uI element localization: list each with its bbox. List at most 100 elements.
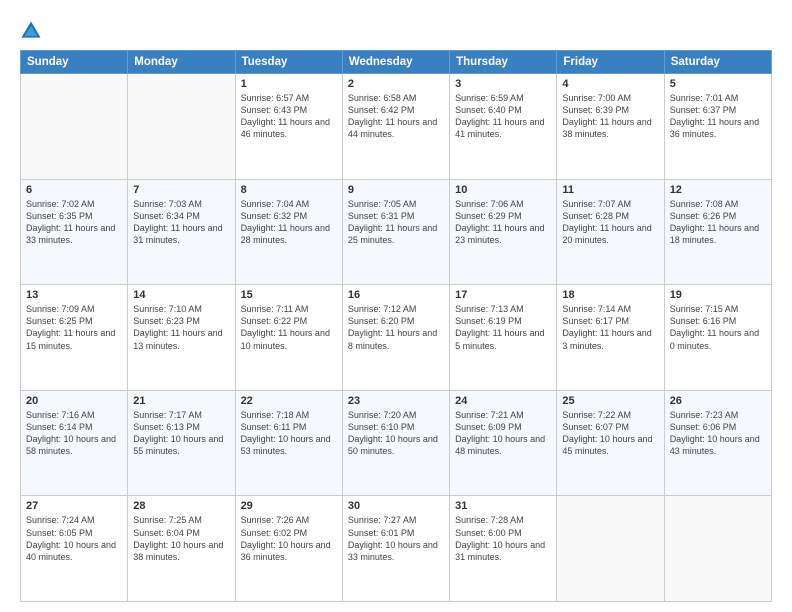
day-number: 4 <box>562 78 658 90</box>
day-content: Sunrise: 7:06 AM Sunset: 6:29 PM Dayligh… <box>455 198 551 247</box>
calendar-cell: 8 Sunrise: 7:04 AM Sunset: 6:32 PM Daylig… <box>235 179 342 285</box>
day-content: Sunrise: 7:26 AM Sunset: 6:02 PM Dayligh… <box>241 514 337 563</box>
day-number: 1 <box>241 78 337 90</box>
calendar-cell: 23 Sunrise: 7:20 AM Sunset: 6:10 PM Dayli… <box>342 390 449 496</box>
day-number: 6 <box>26 184 122 196</box>
day-content: Sunrise: 7:10 AM Sunset: 6:23 PM Dayligh… <box>133 303 229 352</box>
day-number: 14 <box>133 289 229 301</box>
calendar-cell: 29Sunrise: 7:26 AM Sunset: 6:02 PM Dayli… <box>235 496 342 602</box>
day-of-week-header: Tuesday <box>235 51 342 74</box>
day-of-week-header: Friday <box>557 51 664 74</box>
day-content: Sunrise: 7:09 AM Sunset: 6:25 PM Dayligh… <box>26 303 122 352</box>
calendar-cell: 16 Sunrise: 7:12 AM Sunset: 6:20 PM Dayli… <box>342 285 449 391</box>
calendar-header-row: SundayMondayTuesdayWednesdayThursdayFrid… <box>21 51 772 74</box>
day-number: 8 <box>241 184 337 196</box>
day-number: 13 <box>26 289 122 301</box>
day-content: Sunrise: 7:24 AM Sunset: 6:05 PM Dayligh… <box>26 514 122 563</box>
day-number: 23 <box>348 395 444 407</box>
calendar-cell: 28 Sunrise: 7:25 AM Sunset: 6:04 PM Dayli… <box>128 496 235 602</box>
calendar-cell: 9Sunrise: 7:05 AM Sunset: 6:31 PM Daylig… <box>342 179 449 285</box>
day-number: 31 <box>455 500 551 512</box>
day-content: Sunrise: 7:27 AM Sunset: 6:01 PM Dayligh… <box>348 514 444 563</box>
day-content: Sunrise: 7:14 AM Sunset: 6:17 PM Dayligh… <box>562 303 658 352</box>
calendar-cell <box>21 74 128 180</box>
calendar-cell <box>664 496 771 602</box>
calendar-week-row: 6 Sunrise: 7:02 AM Sunset: 6:35 PM Daylig… <box>21 179 772 285</box>
calendar-cell <box>128 74 235 180</box>
day-number: 10 <box>455 184 551 196</box>
day-content: Sunrise: 7:04 AM Sunset: 6:32 PM Dayligh… <box>241 198 337 247</box>
day-of-week-header: Thursday <box>450 51 557 74</box>
calendar-cell: 1 Sunrise: 6:57 AM Sunset: 6:43 PM Daylig… <box>235 74 342 180</box>
calendar-cell: 30Sunrise: 7:27 AM Sunset: 6:01 PM Dayli… <box>342 496 449 602</box>
calendar-cell <box>557 496 664 602</box>
calendar-cell: 10 Sunrise: 7:06 AM Sunset: 6:29 PM Dayli… <box>450 179 557 285</box>
day-number: 27 <box>26 500 122 512</box>
calendar-week-row: 1 Sunrise: 6:57 AM Sunset: 6:43 PM Daylig… <box>21 74 772 180</box>
day-content: Sunrise: 7:18 AM Sunset: 6:11 PM Dayligh… <box>241 409 337 458</box>
day-of-week-header: Wednesday <box>342 51 449 74</box>
day-of-week-header: Monday <box>128 51 235 74</box>
calendar-cell: 26 Sunrise: 7:23 AM Sunset: 6:06 PM Dayli… <box>664 390 771 496</box>
day-number: 26 <box>670 395 766 407</box>
day-number: 20 <box>26 395 122 407</box>
calendar-cell: 4 Sunrise: 7:00 AM Sunset: 6:39 PM Daylig… <box>557 74 664 180</box>
day-content: Sunrise: 7:25 AM Sunset: 6:04 PM Dayligh… <box>133 514 229 563</box>
calendar-week-row: 27 Sunrise: 7:24 AM Sunset: 6:05 PM Dayli… <box>21 496 772 602</box>
day-content: Sunrise: 6:58 AM Sunset: 6:42 PM Dayligh… <box>348 92 444 141</box>
calendar-cell: 20 Sunrise: 7:16 AM Sunset: 6:14 PM Dayli… <box>21 390 128 496</box>
day-content: Sunrise: 6:57 AM Sunset: 6:43 PM Dayligh… <box>241 92 337 141</box>
calendar-cell: 13 Sunrise: 7:09 AM Sunset: 6:25 PM Dayli… <box>21 285 128 391</box>
calendar-week-row: 13 Sunrise: 7:09 AM Sunset: 6:25 PM Dayli… <box>21 285 772 391</box>
day-number: 5 <box>670 78 766 90</box>
day-content: Sunrise: 7:07 AM Sunset: 6:28 PM Dayligh… <box>562 198 658 247</box>
calendar-cell: 2Sunrise: 6:58 AM Sunset: 6:42 PM Daylig… <box>342 74 449 180</box>
day-of-week-header: Saturday <box>664 51 771 74</box>
day-content: Sunrise: 6:59 AM Sunset: 6:40 PM Dayligh… <box>455 92 551 141</box>
calendar-cell: 19 Sunrise: 7:15 AM Sunset: 6:16 PM Dayli… <box>664 285 771 391</box>
day-number: 24 <box>455 395 551 407</box>
day-number: 7 <box>133 184 229 196</box>
calendar-cell: 18 Sunrise: 7:14 AM Sunset: 6:17 PM Dayli… <box>557 285 664 391</box>
calendar-cell: 31 Sunrise: 7:28 AM Sunset: 6:00 PM Dayli… <box>450 496 557 602</box>
day-number: 15 <box>241 289 337 301</box>
day-content: Sunrise: 7:16 AM Sunset: 6:14 PM Dayligh… <box>26 409 122 458</box>
day-number: 11 <box>562 184 658 196</box>
calendar-cell: 22 Sunrise: 7:18 AM Sunset: 6:11 PM Dayli… <box>235 390 342 496</box>
day-content: Sunrise: 7:23 AM Sunset: 6:06 PM Dayligh… <box>670 409 766 458</box>
day-number: 22 <box>241 395 337 407</box>
calendar-week-row: 20 Sunrise: 7:16 AM Sunset: 6:14 PM Dayli… <box>21 390 772 496</box>
day-content: Sunrise: 7:21 AM Sunset: 6:09 PM Dayligh… <box>455 409 551 458</box>
calendar-cell: 14 Sunrise: 7:10 AM Sunset: 6:23 PM Dayli… <box>128 285 235 391</box>
day-content: Sunrise: 7:20 AM Sunset: 6:10 PM Dayligh… <box>348 409 444 458</box>
day-number: 21 <box>133 395 229 407</box>
calendar-cell: 24 Sunrise: 7:21 AM Sunset: 6:09 PM Dayli… <box>450 390 557 496</box>
calendar-cell: 3Sunrise: 6:59 AM Sunset: 6:40 PM Daylig… <box>450 74 557 180</box>
day-number: 12 <box>670 184 766 196</box>
calendar-cell: 12 Sunrise: 7:08 AM Sunset: 6:26 PM Dayli… <box>664 179 771 285</box>
day-number: 28 <box>133 500 229 512</box>
header <box>20 16 772 42</box>
day-content: Sunrise: 7:28 AM Sunset: 6:00 PM Dayligh… <box>455 514 551 563</box>
day-number: 18 <box>562 289 658 301</box>
day-content: Sunrise: 7:02 AM Sunset: 6:35 PM Dayligh… <box>26 198 122 247</box>
day-content: Sunrise: 7:12 AM Sunset: 6:20 PM Dayligh… <box>348 303 444 352</box>
day-content: Sunrise: 7:00 AM Sunset: 6:39 PM Dayligh… <box>562 92 658 141</box>
day-number: 16 <box>348 289 444 301</box>
day-number: 9 <box>348 184 444 196</box>
calendar-cell: 21Sunrise: 7:17 AM Sunset: 6:13 PM Dayli… <box>128 390 235 496</box>
day-number: 17 <box>455 289 551 301</box>
calendar-cell: 25Sunrise: 7:22 AM Sunset: 6:07 PM Dayli… <box>557 390 664 496</box>
logo <box>20 20 46 42</box>
calendar-cell: 15Sunrise: 7:11 AM Sunset: 6:22 PM Dayli… <box>235 285 342 391</box>
calendar-cell: 7 Sunrise: 7:03 AM Sunset: 6:34 PM Daylig… <box>128 179 235 285</box>
day-number: 25 <box>562 395 658 407</box>
day-content: Sunrise: 7:13 AM Sunset: 6:19 PM Dayligh… <box>455 303 551 352</box>
calendar-table: SundayMondayTuesdayWednesdayThursdayFrid… <box>20 50 772 602</box>
day-content: Sunrise: 7:15 AM Sunset: 6:16 PM Dayligh… <box>670 303 766 352</box>
day-content: Sunrise: 7:03 AM Sunset: 6:34 PM Dayligh… <box>133 198 229 247</box>
day-content: Sunrise: 7:08 AM Sunset: 6:26 PM Dayligh… <box>670 198 766 247</box>
day-of-week-header: Sunday <box>21 51 128 74</box>
logo-icon <box>20 20 42 42</box>
day-number: 19 <box>670 289 766 301</box>
